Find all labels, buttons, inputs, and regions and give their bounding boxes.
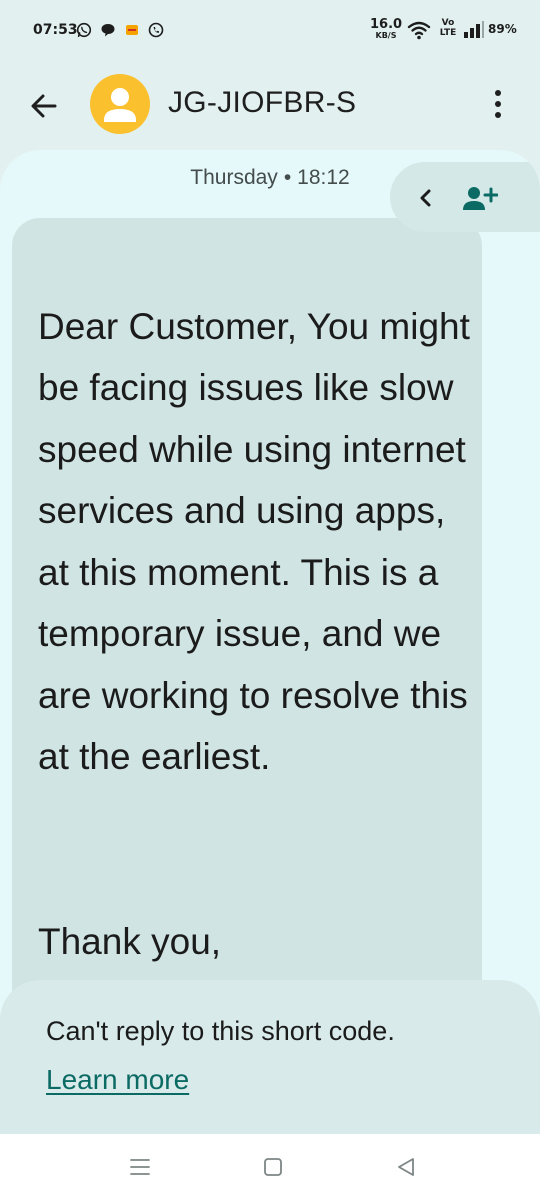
add-person-icon [463, 187, 498, 210]
reply-disabled-notice: Can't reply to this short code. Learn mo… [0, 980, 540, 1134]
learn-more-link[interactable]: Learn more [46, 1064, 189, 1096]
contact-avatar[interactable] [90, 74, 150, 134]
network-speed: 16.0 KB/S [370, 17, 403, 40]
status-bar: 07:53 16.0 KB/S Vo LTE 89% [0, 0, 540, 62]
whatsapp-icon [76, 22, 92, 38]
back-arrow-icon [31, 94, 57, 118]
message-text: Dear Customer, You might be facing issue… [38, 234, 478, 1034]
phone-call-icon [148, 22, 164, 38]
collapse-button[interactable] [412, 184, 440, 212]
message-signoff: Thank you, [38, 920, 222, 962]
chevron-left-icon [420, 189, 431, 207]
person-icon [104, 88, 136, 122]
home-button[interactable] [258, 1154, 288, 1180]
chat-bubble-icon [101, 24, 115, 37]
battery-level: 89% [488, 22, 517, 36]
reply-notice-text: Can't reply to this short code. [46, 1016, 395, 1046]
recent-apps-button[interactable] [125, 1154, 155, 1180]
wifi-icon [407, 21, 431, 40]
contact-actions-pill [390, 162, 540, 232]
status-time: 07:53 [33, 22, 78, 38]
contact-name: JG-JIOFBR-S [168, 86, 357, 119]
triangle-back-icon [398, 1158, 414, 1176]
app-notification-icon [126, 25, 138, 35]
add-contact-button[interactable] [460, 178, 500, 218]
signal-strength-icon [464, 21, 484, 38]
square-home-icon [264, 1158, 282, 1176]
more-options-button[interactable] [484, 84, 512, 124]
system-navigation-bar [0, 1134, 540, 1200]
status-notification-icons [76, 22, 164, 38]
conversation-app-bar: JG-JIOFBR-S [0, 62, 540, 150]
menu-lines-icon [130, 1159, 150, 1175]
volte-indicator: Vo LTE [439, 18, 457, 38]
message-body: Dear Customer, You might be facing issue… [38, 305, 470, 778]
more-vertical-icon [495, 90, 501, 118]
back-nav-button[interactable] [391, 1154, 421, 1180]
incoming-message-bubble[interactable]: Dear Customer, You might be facing issue… [12, 218, 482, 1018]
back-button[interactable] [22, 84, 66, 128]
